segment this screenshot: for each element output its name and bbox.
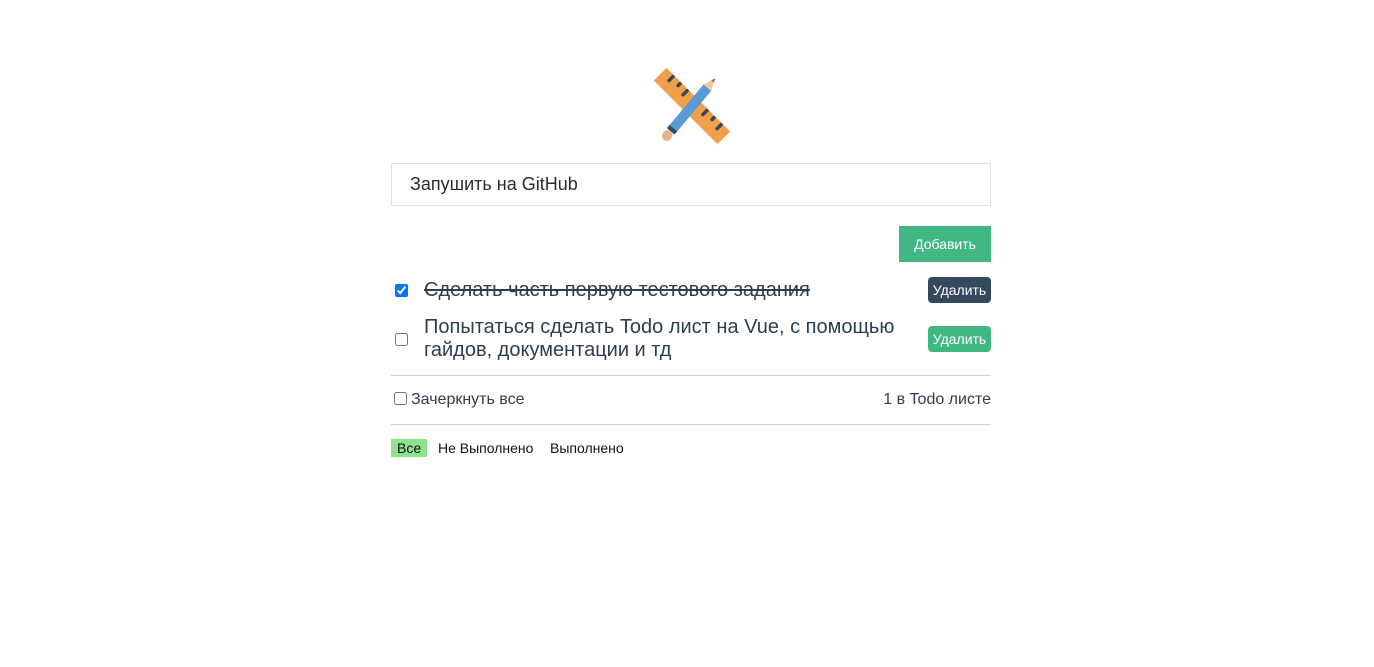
remaining-counter: 1 в Todo листе: [883, 391, 991, 408]
check-all-checkbox[interactable]: [394, 392, 407, 405]
filter-done[interactable]: Выполнено: [544, 439, 630, 457]
divider: [391, 375, 991, 376]
filter-not-done[interactable]: Не Выполнено: [432, 439, 539, 457]
todo-text[interactable]: Попытаться сделать Todo лист на Vue, с п…: [424, 316, 914, 362]
todo-item: Попытаться сделать Todo лист на Vue, с п…: [391, 316, 991, 364]
ruler-pencil-icon: [653, 67, 731, 145]
filter-all[interactable]: Все: [391, 439, 428, 457]
todo-complete-checkbox[interactable]: [395, 284, 408, 297]
add-button[interactable]: Добавить: [899, 226, 991, 262]
delete-todo-button[interactable]: Удалить: [928, 326, 991, 352]
new-todo-input[interactable]: [391, 163, 991, 206]
delete-todo-button[interactable]: Удалить: [928, 277, 991, 303]
todo-complete-checkbox[interactable]: [395, 333, 408, 346]
todo-text[interactable]: Сделать часть первую тестового задания: [424, 279, 914, 302]
todo-app: Добавить Сделать часть первую тестового …: [0, 0, 1374, 667]
todo-item: Сделать часть первую тестового задания У…: [391, 277, 991, 303]
divider: [391, 424, 991, 425]
check-all-label[interactable]: Зачеркнуть все: [411, 391, 525, 409]
